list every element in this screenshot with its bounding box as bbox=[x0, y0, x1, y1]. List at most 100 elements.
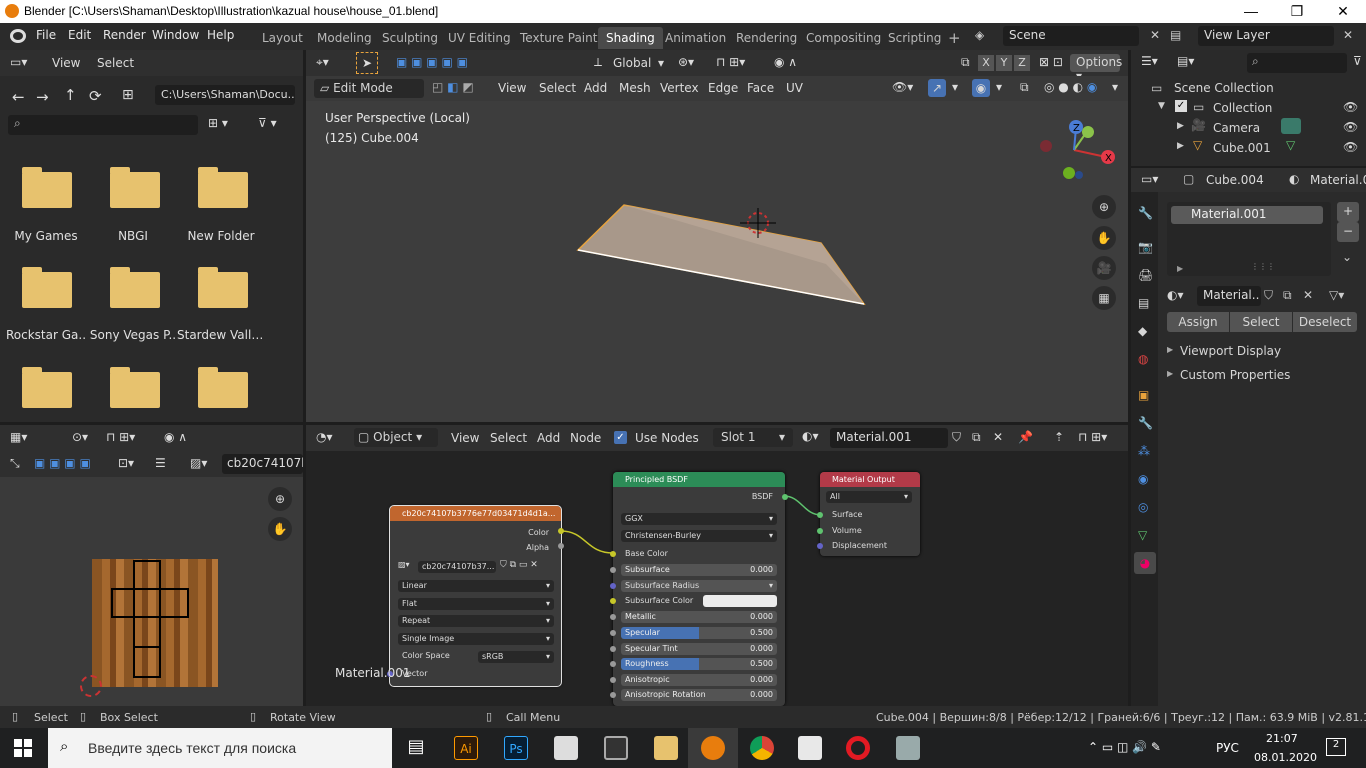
image-actions-icons[interactable]: ⛉ ⧉ ▭ ✕ bbox=[500, 560, 538, 570]
visibility-eye-icon[interactable]: 👁 bbox=[1343, 100, 1358, 114]
material-browse-icon[interactable]: ◐▾ bbox=[1167, 288, 1184, 302]
maximize-button[interactable]: ❐ bbox=[1274, 0, 1320, 23]
zoom-icon[interactable]: ⊕ bbox=[268, 487, 292, 511]
editor-type-icon[interactable]: ▦▾ bbox=[10, 430, 27, 444]
camera-data-icon[interactable] bbox=[1281, 118, 1301, 134]
modifier-tab-icon[interactable]: 🔧 bbox=[1138, 416, 1153, 430]
color-socket[interactable] bbox=[558, 528, 564, 534]
task-view-icon[interactable]: ▤ bbox=[404, 736, 428, 760]
tab-texture-paint[interactable]: Texture Paint bbox=[512, 27, 605, 49]
specular-field[interactable]: Specular 0.500 bbox=[621, 627, 777, 639]
material-name-field[interactable]: Material.. bbox=[1197, 286, 1261, 306]
clock-time[interactable]: 21:07 bbox=[1266, 732, 1298, 745]
uv-canvas[interactable]: ⊕ ✋ bbox=[0, 477, 303, 706]
folder-icon[interactable] bbox=[110, 367, 160, 408]
folder-icon[interactable] bbox=[22, 267, 72, 308]
link-mode-icon[interactable]: ▽▾ bbox=[1329, 288, 1344, 302]
photoshop-icon[interactable]: Ps bbox=[504, 736, 528, 760]
bsdf-node-title[interactable]: Principled BSDF bbox=[613, 472, 785, 487]
refresh-icon[interactable]: ⟳ bbox=[89, 87, 102, 105]
object-tab-icon[interactable]: ▣ bbox=[1138, 388, 1149, 402]
distribution-dropdown[interactable]: GGX ▾ bbox=[621, 513, 777, 525]
tab-animation[interactable]: Animation bbox=[657, 27, 734, 49]
anisotropic-rotation-socket[interactable] bbox=[610, 692, 616, 698]
back-icon[interactable]: ← bbox=[12, 88, 25, 106]
folder-icon[interactable] bbox=[110, 267, 160, 308]
node-material-field[interactable]: Material.001 bbox=[830, 428, 948, 448]
metallic-field[interactable]: Metallic 0.000 bbox=[621, 611, 777, 623]
select-button[interactable]: Select bbox=[1230, 312, 1292, 332]
forward-icon[interactable]: → bbox=[36, 88, 49, 106]
subsurface-color-socket[interactable] bbox=[610, 598, 616, 604]
folder-icon[interactable] bbox=[198, 367, 248, 408]
list-resize-grip-icon[interactable]: ⋮⋮⋮ bbox=[1251, 262, 1275, 271]
duplicate-icon[interactable]: ⧉ bbox=[1283, 288, 1292, 303]
volume-socket[interactable] bbox=[817, 528, 823, 534]
ne-menu-select[interactable]: Select bbox=[490, 431, 527, 445]
image-name-field[interactable]: cb20c74107b3... bbox=[222, 454, 303, 474]
fb-menu-view[interactable]: View bbox=[52, 56, 80, 70]
checkbox-icon[interactable]: ✓ bbox=[1175, 100, 1187, 112]
shader-node-editor[interactable]: ◔▾ ▢ Object ▾ View Select Add Node ✓ Use… bbox=[306, 425, 1128, 706]
film-app-icon[interactable] bbox=[604, 736, 628, 760]
colorspace-dropdown[interactable]: sRGB ▾ bbox=[478, 651, 554, 663]
view-layer-delete-icon[interactable]: ✕ bbox=[1343, 28, 1353, 42]
ne-menu-add[interactable]: Add bbox=[537, 431, 560, 445]
slot-specials-icon[interactable]: ⌄ bbox=[1342, 250, 1352, 264]
display-mode-icon[interactable]: ⊞ ▾ bbox=[208, 116, 228, 130]
uv-view-icon[interactable]: ⊡▾ bbox=[118, 456, 134, 470]
path-field[interactable]: C:\Users\Shaman\Docu... bbox=[155, 85, 295, 105]
metallic-socket[interactable] bbox=[610, 614, 616, 620]
subsurface-radius-socket[interactable] bbox=[610, 583, 616, 589]
surface-socket[interactable] bbox=[817, 512, 823, 518]
bsdf-socket[interactable] bbox=[782, 494, 788, 500]
remove-slot-button[interactable]: − bbox=[1337, 222, 1359, 242]
menu-file[interactable]: File bbox=[36, 28, 56, 42]
visibility-eye-icon[interactable]: 👁 bbox=[1343, 140, 1358, 154]
duplicate-icon[interactable]: ⧉ bbox=[972, 430, 981, 445]
visibility-eye-icon[interactable]: 👁 bbox=[1343, 120, 1358, 134]
editor-type-icon[interactable]: ☰▾ bbox=[1141, 54, 1158, 68]
blender-menu-icon[interactable] bbox=[10, 29, 26, 43]
camera-view-icon[interactable]: 🎥 bbox=[1092, 256, 1116, 280]
proportional-edit-icon[interactable]: ◉ ∧ bbox=[164, 430, 187, 444]
output-target-dropdown[interactable]: All ▾ bbox=[826, 491, 912, 503]
material-browse-icon[interactable]: ◐▾ bbox=[802, 429, 819, 443]
data-tab-icon[interactable]: ▽ bbox=[1138, 528, 1147, 542]
assign-button[interactable]: Assign bbox=[1167, 312, 1229, 332]
subsurface-method-dropdown[interactable]: Christensen-Burley ▾ bbox=[621, 530, 777, 542]
specular-tint-socket[interactable] bbox=[610, 646, 616, 652]
viewport-3d[interactable]: ⌖▾ ➤ ▣ ▣ ▣ ▣ ▣ ⟂ Global ▾ ⊛▾ ⊓ ⊞▾ ◉ ∧ ⧉ … bbox=[306, 50, 1128, 422]
image-browse-icon[interactable]: ▨▾ bbox=[190, 456, 207, 470]
folder-icon[interactable] bbox=[198, 167, 248, 208]
projection-dropdown[interactable]: Flat ▾ bbox=[398, 598, 554, 610]
snap-icon[interactable]: ⊓ ⊞▾ bbox=[1078, 430, 1107, 444]
material-output-node[interactable]: Material Output All ▾ Surface Volume Disp… bbox=[817, 472, 920, 556]
outliner-item-cube001[interactable]: Cube.001 bbox=[1213, 141, 1271, 155]
editor-type-icon[interactable]: ▭▾ bbox=[1141, 172, 1158, 186]
uv-select-mode-icons[interactable]: ▣ ▣ ▣ ▣ bbox=[34, 456, 91, 470]
expand-arrow-icon[interactable]: ▶ bbox=[1177, 121, 1184, 131]
unlink-icon[interactable]: ✕ bbox=[993, 430, 1003, 444]
tab-sculpting[interactable]: Sculpting bbox=[374, 27, 446, 49]
app-icon[interactable] bbox=[896, 736, 920, 760]
pivot-icon[interactable]: ⊙▾ bbox=[72, 430, 88, 444]
image-node-title[interactable]: cb20c74107b3776e77d03471d4d1a... bbox=[390, 506, 561, 521]
material-slot-list[interactable]: Material.001 ▶ ⋮⋮⋮ bbox=[1167, 202, 1331, 276]
collection-label[interactable]: Collection bbox=[1213, 101, 1272, 115]
fake-user-shield-icon[interactable]: ⛉ bbox=[952, 430, 961, 445]
menu-window[interactable]: Window bbox=[152, 28, 199, 42]
source-dropdown[interactable]: Single Image ▾ bbox=[398, 633, 554, 645]
render-tab-icon[interactable]: 📷 bbox=[1138, 240, 1153, 254]
base-color-socket[interactable] bbox=[610, 551, 616, 557]
calendar-app-icon[interactable] bbox=[554, 736, 578, 760]
output-node-title[interactable]: Material Output bbox=[820, 472, 920, 487]
unlink-icon[interactable]: ✕ bbox=[1303, 288, 1313, 302]
notifications-icon[interactable]: 2 bbox=[1326, 738, 1346, 756]
specular-socket[interactable] bbox=[610, 630, 616, 636]
menu-render[interactable]: Render bbox=[103, 28, 146, 42]
folder-icon[interactable] bbox=[110, 167, 160, 208]
constraints-tab-icon[interactable]: ◎ bbox=[1138, 500, 1148, 514]
menu-edit[interactable]: Edit bbox=[68, 28, 91, 42]
tool-tab-icon[interactable]: 🔧 bbox=[1138, 206, 1153, 220]
